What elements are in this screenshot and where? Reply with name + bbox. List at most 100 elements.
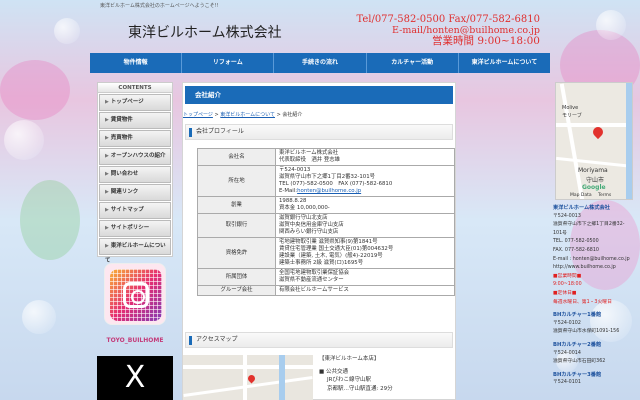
- page-title: 会社紹介: [185, 86, 453, 104]
- map-terms-link[interactable]: Terms: [598, 193, 611, 198]
- access-map[interactable]: [183, 355, 313, 400]
- nav-item-properties[interactable]: 物件情報: [90, 53, 183, 73]
- row-value-founded: 1988.8.28 資本金 10,000,000-: [275, 196, 455, 214]
- branch-name[interactable]: BHカルチャー1番館: [553, 311, 635, 320]
- triangle-icon: ▶: [105, 153, 109, 159]
- sidebar-item-label: オープンハウスの紹介: [110, 153, 166, 159]
- bank-item: 滋賀銀行守山北支店: [279, 215, 328, 221]
- row-value-associations: 全国宅地建物取引業保証協会 滋賀県不動産流通センター: [275, 268, 455, 286]
- google-map[interactable]: Molive モリーブ Moriyama 守山市 Google Map Data…: [555, 82, 633, 200]
- map-pin-icon: [246, 373, 257, 384]
- address: 滋賀県守山市下之郷1丁目2番32-101号: [279, 174, 376, 180]
- closed-label: ■定休日■: [553, 290, 577, 296]
- map-pin-icon: [590, 124, 606, 140]
- sidebar-item-rental[interactable]: ▶ 賃貸物件: [99, 112, 171, 129]
- license-item: 建築士事務所 2級 滋賀(ロ)1695号: [279, 260, 364, 266]
- x-logo-icon[interactable]: X: [97, 356, 173, 400]
- table-row: 所在地 〒524-0013 滋賀県守山市下之郷1丁目2番32-101号 TEL …: [197, 165, 455, 197]
- sidebar-item-openhouse[interactable]: ▶ オープンハウスの紹介: [99, 148, 171, 165]
- sidebar-item-links[interactable]: ▶ 関連リンク: [99, 184, 171, 201]
- bank-item: 関西みらい銀行守山支店: [279, 229, 339, 235]
- row-value-address: 〒524-0013 滋賀県守山市下之郷1丁目2番32-101号 TEL (077…: [275, 165, 455, 197]
- sidebar-item-label: 問い合わせ: [110, 171, 139, 177]
- access-line: JRびわこ線守山駅: [327, 377, 371, 383]
- triangle-icon: ▶: [105, 207, 109, 213]
- sidebar-item-label: サイトポリシー: [110, 225, 150, 231]
- row-value-company: 東洋ビルホーム株式会社 代表取締役 酒井 登志雄: [275, 148, 455, 166]
- sidebar-item-sale[interactable]: ▶ 売買物件: [99, 130, 171, 147]
- instagram-qr[interactable]: [104, 263, 166, 325]
- sidebar-item-sitemap[interactable]: ▶ サイトマップ: [99, 202, 171, 219]
- table-row: 創業 1988.8.28 資本金 10,000,000-: [197, 196, 455, 214]
- sidebar-item-label: 東洋ビルホームについて: [105, 243, 166, 264]
- breadcrumb-home-link[interactable]: トップページ: [183, 112, 213, 118]
- row-value-licenses: 宅地建物取引業 滋賀県知事(9)第1841号 賃貸住宅管理業 国土交通大臣(01…: [275, 237, 455, 269]
- row-label-associations: 所属団体: [197, 268, 276, 286]
- row-label-group: グループ会社: [197, 285, 276, 296]
- right-column: Molive モリーブ Moriyama 守山市 Google Map Data…: [551, 82, 633, 400]
- branch-name[interactable]: BHカルチャー3番館: [553, 371, 635, 380]
- sidebar-item-policy[interactable]: ▶ サイトポリシー: [99, 220, 171, 237]
- page-container: 東洋ビルホーム株式会社のホームページへようこそ!! 東洋ビルホーム株式会社 Te…: [90, 0, 633, 400]
- row-label-company: 会社名: [197, 148, 276, 166]
- breadcrumb-about-link[interactable]: 東洋ビルホームについて: [220, 112, 275, 118]
- fax: FAX. 077-582-6810: [553, 247, 599, 253]
- nav-item-about[interactable]: 東洋ビルホームについて: [459, 53, 550, 73]
- breadcrumb: トップページ > 東洋ビルホームについて > 会社紹介: [183, 111, 302, 118]
- hours-label: ■営業時間■: [553, 273, 582, 279]
- google-logo: Google: [582, 184, 606, 191]
- company-name: 東洋ビルホーム株式会社: [279, 150, 339, 156]
- sidebar-item-label: 賃貸物件: [110, 117, 133, 123]
- row-label-banks: 取引銀行: [197, 213, 276, 238]
- sidebar-item-about[interactable]: ▶ 東洋ビルホームについて: [99, 238, 171, 264]
- section-heading-access: アクセスマップ: [185, 332, 453, 348]
- branch-zip: 〒524-0014: [553, 350, 581, 356]
- email-prefix: E-Mail:: [279, 188, 298, 194]
- email-link[interactable]: honten@builhome.co.jp: [297, 188, 361, 194]
- sidebar-item-label: トップページ: [110, 99, 144, 105]
- tel-fax-line: TEL (077)-582-0500 FAX (077)-582-6810: [279, 181, 393, 187]
- table-row: 所属団体 全国宅地建物取引業保証協会 滋賀県不動産流通センター: [197, 268, 455, 286]
- license-item: 宅地建物取引業 滋賀県知事(9)第1841号: [279, 239, 378, 245]
- access-office: 【東洋ビルホーム本店】: [319, 356, 380, 362]
- header-contact: Tel/077-582-0500 Fax/077-582-6810 E-mail…: [356, 14, 540, 47]
- branch-address: 滋賀県守山市石田町362: [553, 359, 606, 365]
- association-item: 滋賀県不動産流通センター: [279, 277, 344, 283]
- table-row: 取引銀行 滋賀銀行守山北支店 滋賀中央信用金庫守山支店 関西みらい銀行守山支店: [197, 213, 455, 238]
- instagram-handle[interactable]: TOYO_BUILHOME: [104, 337, 166, 344]
- map-road: [183, 365, 313, 369]
- nav-item-culture[interactable]: カルチャー活動: [367, 53, 459, 73]
- triangle-icon: ▶: [105, 99, 109, 105]
- map-poi: Molive: [562, 105, 579, 111]
- association-item: 全国宅地建物取引業保証協会: [279, 270, 350, 276]
- triangle-icon: ▶: [105, 117, 109, 123]
- site-title[interactable]: 東洋ビルホーム株式会社: [128, 22, 282, 42]
- map-road: [559, 83, 585, 199]
- nav-item-procedure[interactable]: 手続きの流れ: [274, 53, 367, 73]
- email[interactable]: E-mail : honten@builhome.co.jp: [553, 256, 635, 265]
- group-company: 有限会社ビルホームサービス: [279, 287, 349, 293]
- sidebar-item-contact[interactable]: ▶ 問い合わせ: [99, 166, 171, 183]
- sidebar-heading: CONTENTS: [98, 83, 172, 93]
- zip-code: 〒524-0013: [553, 213, 581, 219]
- branch-address: 滋賀県守山市水保町1091-156: [553, 329, 620, 335]
- sidebar-item-label: 売買物件: [110, 135, 133, 141]
- row-value-banks: 滋賀銀行守山北支店 滋賀中央信用金庫守山支店 関西みらい銀行守山支店: [275, 213, 455, 238]
- sidebar-item-top[interactable]: ▶ トップページ: [99, 94, 171, 111]
- branch-zip: 〒524-0101: [553, 380, 581, 386]
- sidebar-item-label: 関連リンク: [110, 189, 139, 195]
- triangle-icon: ▶: [105, 243, 109, 249]
- email-line: E-Mail:honten@builhome.co.jp: [279, 188, 451, 195]
- nav-item-reform[interactable]: リフォーム: [182, 53, 275, 73]
- branch-name[interactable]: BHカルチャー2番館: [553, 341, 635, 350]
- triangle-icon: ▶: [105, 225, 109, 231]
- triangle-icon: ▶: [105, 171, 109, 177]
- table-row: グループ会社 有限会社ビルホームサービス: [197, 285, 455, 296]
- row-label-licenses: 資格免許: [197, 237, 276, 269]
- map-city-jp: 守山市: [586, 177, 605, 184]
- business-hours: 営業時間 9:00~18:00: [432, 35, 540, 47]
- sidebar: CONTENTS ▶ トップページ ▶ 賃貸物件 ▶ 売買物件 ▶ オープンハウ…: [97, 82, 173, 264]
- main-nav: 物件情報 リフォーム 手続きの流れ カルチャー活動 東洋ビルホームについて: [90, 53, 550, 73]
- tel: TEL. 077-582-0500: [553, 239, 599, 245]
- website-url[interactable]: http://www.builhome.co.jp: [553, 264, 635, 273]
